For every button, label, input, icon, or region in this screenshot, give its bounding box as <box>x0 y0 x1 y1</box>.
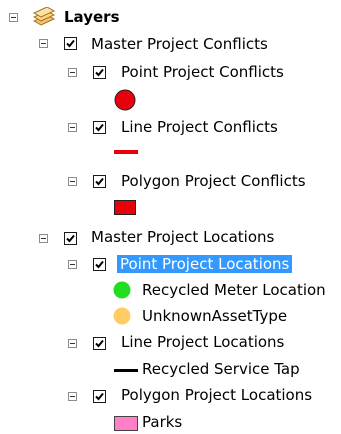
black-line-symbol <box>114 369 138 372</box>
class-label-parks: Parks <box>142 413 183 431</box>
collapse-toggle-master-conflicts[interactable] <box>39 39 48 48</box>
checkbox-master-conflicts[interactable] <box>64 37 77 50</box>
layer-label-polygon-locations[interactable]: Polygon Project Locations <box>121 386 312 404</box>
collapse-toggle-point-locations[interactable] <box>68 260 77 269</box>
yellow-circle-symbol <box>113 307 131 325</box>
layer-label-point-conflicts[interactable]: Point Project Conflicts <box>121 63 284 81</box>
collapse-toggle-layers[interactable] <box>9 13 18 22</box>
class-label-recycled-service-tap: Recycled Service Tap <box>142 360 300 378</box>
red-line-symbol <box>114 150 138 154</box>
group-label-master-conflicts[interactable]: Master Project Conflicts <box>91 35 268 53</box>
collapse-toggle-master-locations[interactable] <box>39 234 48 243</box>
checkbox-polygon-locations[interactable] <box>93 390 106 403</box>
layer-label-line-conflicts[interactable]: Line Project Conflicts <box>121 118 278 136</box>
pink-polygon-symbol <box>114 416 138 431</box>
layer-label-point-locations[interactable]: Point Project Locations <box>117 255 293 273</box>
layer-label-line-locations[interactable]: Line Project Locations <box>121 333 284 351</box>
checkbox-point-conflicts[interactable] <box>93 66 106 79</box>
checkbox-line-locations[interactable] <box>93 337 106 350</box>
class-label-unknown-asset: UnknownAssetType <box>142 307 288 325</box>
class-label-recycled-meter: Recycled Meter Location <box>142 281 326 299</box>
toc-root-label: Layers <box>64 8 120 26</box>
group-label-master-locations[interactable]: Master Project Locations <box>91 228 274 246</box>
checkbox-point-locations[interactable] <box>93 258 106 271</box>
collapse-toggle-polygon-locations[interactable] <box>68 392 77 401</box>
collapse-toggle-polygon-conflicts[interactable] <box>68 177 77 186</box>
layer-label-polygon-conflicts[interactable]: Polygon Project Conflicts <box>121 172 306 190</box>
collapse-toggle-point-conflicts[interactable] <box>68 68 77 77</box>
red-circle-symbol <box>114 89 136 111</box>
checkbox-master-locations[interactable] <box>64 232 77 245</box>
checkbox-polygon-conflicts[interactable] <box>93 175 106 188</box>
layers-icon <box>32 6 56 27</box>
red-polygon-symbol <box>114 200 136 215</box>
collapse-toggle-line-locations[interactable] <box>68 339 77 348</box>
checkbox-line-conflicts[interactable] <box>93 121 106 134</box>
green-circle-symbol <box>113 281 131 299</box>
collapse-toggle-line-conflicts[interactable] <box>68 123 77 132</box>
